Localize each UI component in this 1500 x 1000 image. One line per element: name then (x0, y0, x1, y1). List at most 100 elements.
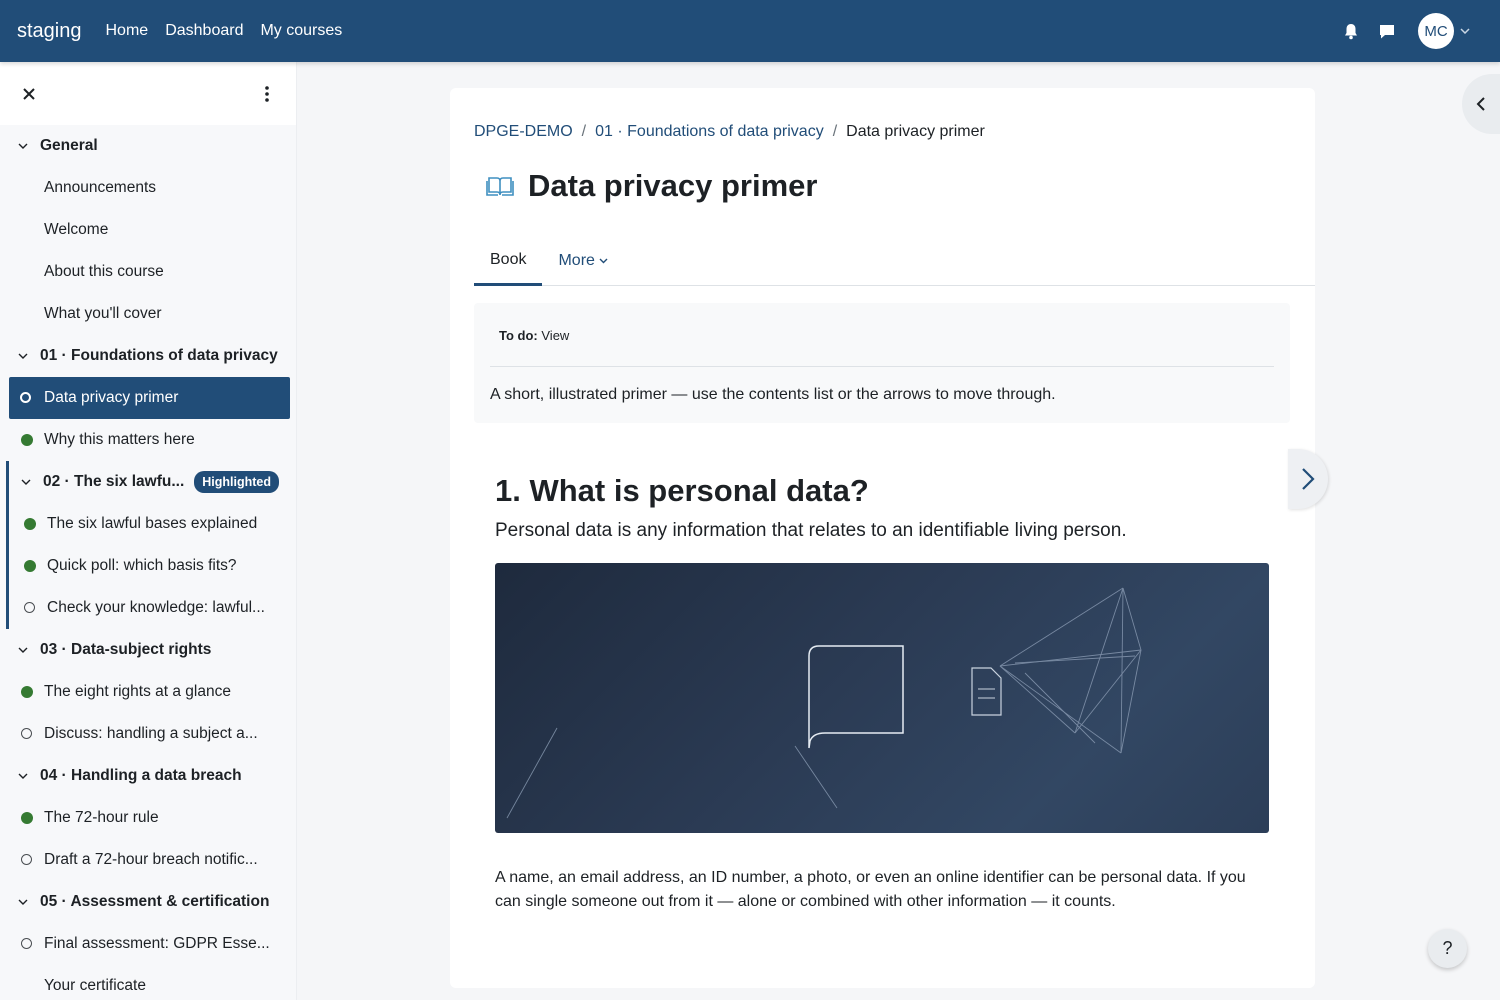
activity-label: Draft a 72-hour breach notific... (44, 851, 258, 868)
avatar[interactable]: MC (1418, 13, 1454, 49)
tab-more[interactable]: More (542, 236, 623, 286)
activity-label: Your certificate (44, 977, 146, 994)
activity-label: Welcome (44, 221, 109, 238)
chevron-down-icon[interactable] (18, 143, 32, 149)
activity-label: The eight rights at a glance (44, 683, 231, 700)
nav-dashboard[interactable]: Dashboard (165, 22, 243, 40)
chevron-down-icon (599, 258, 608, 264)
chevron-down-icon[interactable] (18, 899, 32, 905)
activity-six-lawful-bases[interactable]: The six lawful bases explained (9, 503, 296, 545)
chapter-body: A name, an email address, an ID number, … (495, 869, 1246, 910)
breadcrumb-course[interactable]: DPGE-DEMO (474, 123, 573, 141)
highlighted-badge: Highlighted (194, 471, 280, 493)
activity-72-hour-rule[interactable]: The 72-hour rule (0, 797, 296, 839)
activity-what-youll-cover[interactable]: What you'll cover (0, 293, 296, 335)
chapter-title: 1. What is personal data? (495, 473, 869, 508)
secondary-nav: Book More (474, 236, 1315, 286)
chevron-down-icon[interactable] (18, 773, 32, 779)
activity-discuss-subject[interactable]: Discuss: handling a subject a... (0, 713, 296, 755)
chevron-down-icon[interactable] (1460, 28, 1472, 34)
chevron-down-icon[interactable] (18, 353, 32, 359)
completed-status-icon (21, 686, 33, 698)
todo-status-icon (20, 392, 31, 403)
breadcrumb: DPGE-DEMO / 01 · Foundations of data pri… (474, 123, 985, 141)
activity-your-certificate[interactable]: Your certificate (0, 965, 296, 1000)
todo-status-icon (21, 728, 32, 739)
todo-status-icon (21, 938, 32, 949)
activity-about-this-course[interactable]: About this course (0, 251, 296, 293)
activity-label: Data privacy primer (44, 389, 179, 406)
section-04[interactable]: 04 · Handling a data breach (0, 755, 296, 797)
next-chapter-button[interactable] (1288, 449, 1328, 509)
page-title: Data privacy primer (528, 168, 818, 203)
chat-icon[interactable] (1376, 20, 1398, 42)
activity-info: To do: View A short, illustrated primer … (474, 303, 1290, 423)
bell-icon[interactable] (1340, 20, 1362, 42)
breadcrumb-separator: / (581, 123, 587, 140)
activity-draft-breach-notification[interactable]: Draft a 72-hour breach notific... (0, 839, 296, 881)
activity-check-knowledge[interactable]: Check your knowledge: lawful... (9, 587, 296, 629)
activity-description: A short, illustrated primer — use the co… (490, 386, 1056, 403)
book-icon (486, 171, 516, 201)
activity-announcements[interactable]: Announcements (0, 167, 296, 209)
page-header: Data privacy primer (486, 168, 817, 204)
section-01[interactable]: 01 · Foundations of data privacy (0, 335, 296, 377)
activity-why-this-matters[interactable]: Why this matters here (0, 419, 296, 461)
activity-welcome[interactable]: Welcome (0, 209, 296, 251)
site-brand[interactable]: staging (17, 20, 82, 43)
activity-data-privacy-primer[interactable]: Data privacy primer (9, 377, 290, 419)
chevron-left-icon (1476, 97, 1485, 111)
completed-status-icon (21, 434, 33, 446)
section-05[interactable]: 05 · Assessment & certification (0, 881, 296, 923)
activity-label: About this course (44, 263, 164, 280)
section-general[interactable]: General (0, 125, 296, 167)
breadcrumb-separator: / (832, 123, 838, 140)
tab-book[interactable]: Book (474, 236, 543, 286)
course-index-drawer: General Announcements Welcome About this… (0, 62, 297, 1000)
activity-label: Announcements (44, 179, 157, 196)
chapter-illustration (495, 563, 1269, 833)
section-03[interactable]: 03 · Data-subject rights (0, 629, 296, 671)
top-navbar: staging Home Dashboard My courses MC (0, 0, 1500, 62)
activity-eight-rights[interactable]: The eight rights at a glance (0, 671, 296, 713)
completed-status-icon (21, 812, 33, 824)
section-title: 03 · Data-subject rights (40, 641, 212, 658)
main-content: DPGE-DEMO / 01 · Foundations of data pri… (450, 88, 1315, 988)
chevron-down-icon[interactable] (21, 479, 35, 485)
kebab-menu-icon[interactable] (258, 85, 276, 103)
todo-value: View (541, 328, 570, 343)
help-button[interactable]: ? (1428, 929, 1467, 968)
course-index: General Announcements Welcome About this… (0, 125, 296, 1000)
activity-quick-poll[interactable]: Quick poll: which basis fits? (9, 545, 296, 587)
breadcrumb-current: Data privacy primer (846, 123, 985, 140)
nav-home[interactable]: Home (106, 22, 149, 40)
nav-my-courses[interactable]: My courses (260, 22, 342, 40)
activity-label: Why this matters here (44, 431, 195, 448)
tab-label: Book (490, 250, 527, 268)
close-icon[interactable] (20, 85, 38, 103)
section-title: 04 · Handling a data breach (40, 767, 242, 784)
activity-final-assessment[interactable]: Final assessment: GDPR Esse... (0, 923, 296, 965)
chapter-lead: Personal data is any information that re… (495, 520, 1127, 541)
activity-label: Check your knowledge: lawful... (47, 599, 265, 616)
activity-label: The six lawful bases explained (47, 515, 258, 532)
chevron-down-icon[interactable] (18, 647, 32, 653)
divider (490, 366, 1274, 367)
section-title: General (40, 137, 98, 154)
completed-status-icon (24, 560, 36, 572)
section-02[interactable]: 02 · The six lawfu... Highlighted (9, 461, 296, 503)
chevron-right-icon (1302, 468, 1315, 490)
completion-requirement: To do: View (499, 328, 569, 343)
drawer-header (0, 62, 296, 125)
illustration-graphic (506, 587, 1142, 819)
breadcrumb-section[interactable]: 01 · Foundations of data privacy (595, 123, 824, 141)
activity-label: Final assessment: GDPR Esse... (44, 935, 270, 952)
block-drawer-toggle[interactable] (1462, 74, 1500, 134)
tab-label: More (558, 252, 595, 269)
todo-status-icon (24, 602, 35, 613)
todo-status-icon (21, 854, 32, 865)
activity-label: The 72-hour rule (44, 809, 159, 826)
activity-label: What you'll cover (44, 305, 162, 322)
section-title: 01 · Foundations of data privacy (40, 347, 278, 364)
activity-label: Quick poll: which basis fits? (47, 557, 237, 574)
